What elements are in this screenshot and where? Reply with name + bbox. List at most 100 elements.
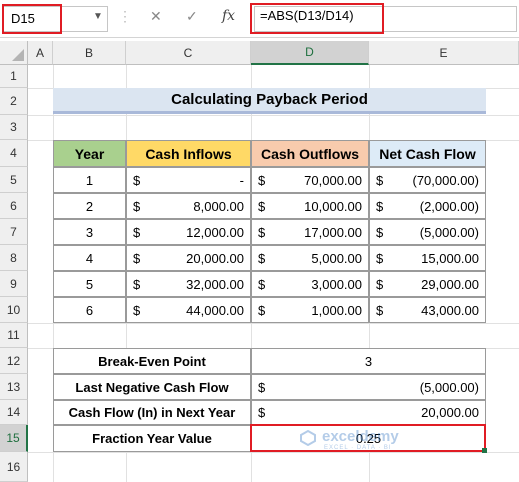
- cell-cash-inflow[interactable]: $20,000.00: [126, 245, 251, 271]
- currency-symbol: $: [258, 379, 266, 395]
- row-header-2[interactable]: 2: [0, 88, 28, 115]
- row-header-8[interactable]: 8: [0, 245, 28, 271]
- row-header-1[interactable]: 1: [0, 65, 28, 88]
- summary-label[interactable]: Last Negative Cash Flow: [53, 374, 251, 400]
- amount: 20,000.00: [186, 250, 244, 266]
- currency-symbol: $: [133, 198, 141, 214]
- summary-value-cell[interactable]: $ (5,000.00): [251, 374, 486, 400]
- row-header-6[interactable]: 6: [0, 193, 28, 219]
- currency-symbol: $: [376, 224, 384, 240]
- column-header-d[interactable]: D: [251, 41, 369, 65]
- row-header-7[interactable]: 7: [0, 219, 28, 245]
- more-dots-icon: ⋮: [118, 8, 132, 24]
- cell-year[interactable]: 5: [53, 271, 126, 297]
- cell-net-cash-flow[interactable]: $ (2,000.00): [369, 193, 486, 219]
- cell-year[interactable]: 1: [53, 167, 126, 193]
- year-value: 1: [85, 172, 94, 188]
- row-header-13[interactable]: 13: [0, 374, 28, 400]
- row-header-16[interactable]: 16: [0, 452, 28, 482]
- row-header-11[interactable]: 11: [0, 323, 28, 348]
- currency-symbol: $: [258, 302, 266, 318]
- currency-symbol: $: [133, 172, 141, 188]
- cell-net-cash-flow[interactable]: $29,000.00: [369, 271, 486, 297]
- year-value: 4: [85, 250, 94, 266]
- row-header-12[interactable]: 12: [0, 348, 28, 374]
- year-value: 6: [85, 302, 94, 318]
- insert-function-icon[interactable]: fx: [222, 8, 235, 24]
- cell-cash-outflow[interactable]: $70,000.00: [251, 167, 369, 193]
- amount: 32,000.00: [186, 276, 244, 292]
- header-cash-inflows[interactable]: Cash Inflows: [126, 140, 251, 167]
- currency-symbol: $: [376, 276, 384, 292]
- summary-value: 3: [364, 353, 373, 369]
- summary-label[interactable]: Fraction Year Value: [53, 425, 251, 452]
- chevron-down-icon[interactable]: ▼: [93, 11, 103, 22]
- cell-net-cash-flow[interactable]: $ (70,000.00): [369, 167, 486, 193]
- cell-net-cash-flow[interactable]: $43,000.00: [369, 297, 486, 323]
- watermark: exceldemy EXCEL · DATA · BI: [300, 428, 480, 458]
- enter-check-icon[interactable]: ✓: [186, 8, 198, 25]
- column-header-c[interactable]: C: [126, 41, 251, 65]
- summary-value-cell[interactable]: 3: [251, 348, 486, 374]
- row-header-4[interactable]: 4: [0, 140, 28, 167]
- header-year[interactable]: Year: [53, 140, 126, 167]
- cell-year[interactable]: 6: [53, 297, 126, 323]
- cell-net-cash-flow[interactable]: $15,000.00: [369, 245, 486, 271]
- cell-cash-inflow[interactable]: $12,000.00: [126, 219, 251, 245]
- cell-cash-outflow[interactable]: $17,000.00: [251, 219, 369, 245]
- summary-label[interactable]: Cash Flow (In) in Next Year: [53, 400, 251, 425]
- row-header-3[interactable]: 3: [0, 115, 28, 140]
- cancel-icon[interactable]: ✕: [150, 8, 162, 25]
- row-header-14[interactable]: 14: [0, 400, 28, 425]
- column-header-b[interactable]: B: [53, 41, 126, 65]
- currency-symbol: $: [258, 224, 266, 240]
- cell-cash-inflow[interactable]: $44,000.00: [126, 297, 251, 323]
- row-header-15[interactable]: 15: [0, 425, 28, 452]
- cell-year[interactable]: 2: [53, 193, 126, 219]
- currency-symbol: $: [376, 250, 384, 266]
- amount: 1,000.00: [311, 302, 362, 318]
- cell-cash-inflow[interactable]: $ -: [126, 167, 251, 193]
- gridline: [28, 323, 519, 324]
- column-header-e[interactable]: E: [369, 41, 519, 65]
- watermark-tagline: EXCEL · DATA · BI: [324, 445, 392, 451]
- formula-highlight: [250, 3, 384, 34]
- amount: (5,000.00): [419, 224, 479, 240]
- currency-symbol: $: [258, 405, 266, 420]
- row-header-5[interactable]: 5: [0, 167, 28, 193]
- fill-handle[interactable]: [482, 448, 487, 453]
- currency-symbol: $: [258, 198, 266, 214]
- select-all-corner[interactable]: [0, 41, 28, 65]
- amount: 15,000.00: [421, 250, 479, 266]
- currency-symbol: $: [133, 250, 141, 266]
- sheet-title[interactable]: Calculating Payback Period: [53, 88, 486, 114]
- cell-cash-outflow[interactable]: $10,000.00: [251, 193, 369, 219]
- cell-cash-outflow[interactable]: $1,000.00: [251, 297, 369, 323]
- amount: 17,000.00: [304, 224, 362, 240]
- amount: 29,000.00: [421, 276, 479, 292]
- header-net-cash-flow[interactable]: Net Cash Flow: [369, 140, 486, 167]
- row-header-9[interactable]: 9: [0, 271, 28, 297]
- cell-cash-outflow[interactable]: $3,000.00: [251, 271, 369, 297]
- amount: (70,000.00): [412, 172, 480, 188]
- currency-symbol: $: [133, 276, 141, 292]
- currency-symbol: $: [133, 224, 141, 240]
- year-value: 2: [85, 198, 94, 214]
- column-header-a[interactable]: A: [28, 41, 53, 65]
- cell-cash-outflow[interactable]: $5,000.00: [251, 245, 369, 271]
- summary-value-cell[interactable]: $20,000.00: [251, 400, 486, 425]
- cell-net-cash-flow[interactable]: $ (5,000.00): [369, 219, 486, 245]
- cell-year[interactable]: 3: [53, 219, 126, 245]
- header-cash-outflows[interactable]: Cash Outflows: [251, 140, 369, 167]
- year-value: 3: [85, 224, 94, 240]
- amount: 44,000.00: [186, 302, 244, 318]
- amount: -: [239, 172, 244, 188]
- cell-cash-inflow[interactable]: $32,000.00: [126, 271, 251, 297]
- summary-label[interactable]: Break-Even Point: [53, 348, 251, 374]
- cell-year[interactable]: 4: [53, 245, 126, 271]
- gridline: [28, 115, 519, 116]
- amount: 10,000.00: [304, 198, 362, 214]
- watermark-name: exceldemy: [322, 428, 399, 445]
- cell-cash-inflow[interactable]: $8,000.00: [126, 193, 251, 219]
- row-header-10[interactable]: 10: [0, 297, 28, 323]
